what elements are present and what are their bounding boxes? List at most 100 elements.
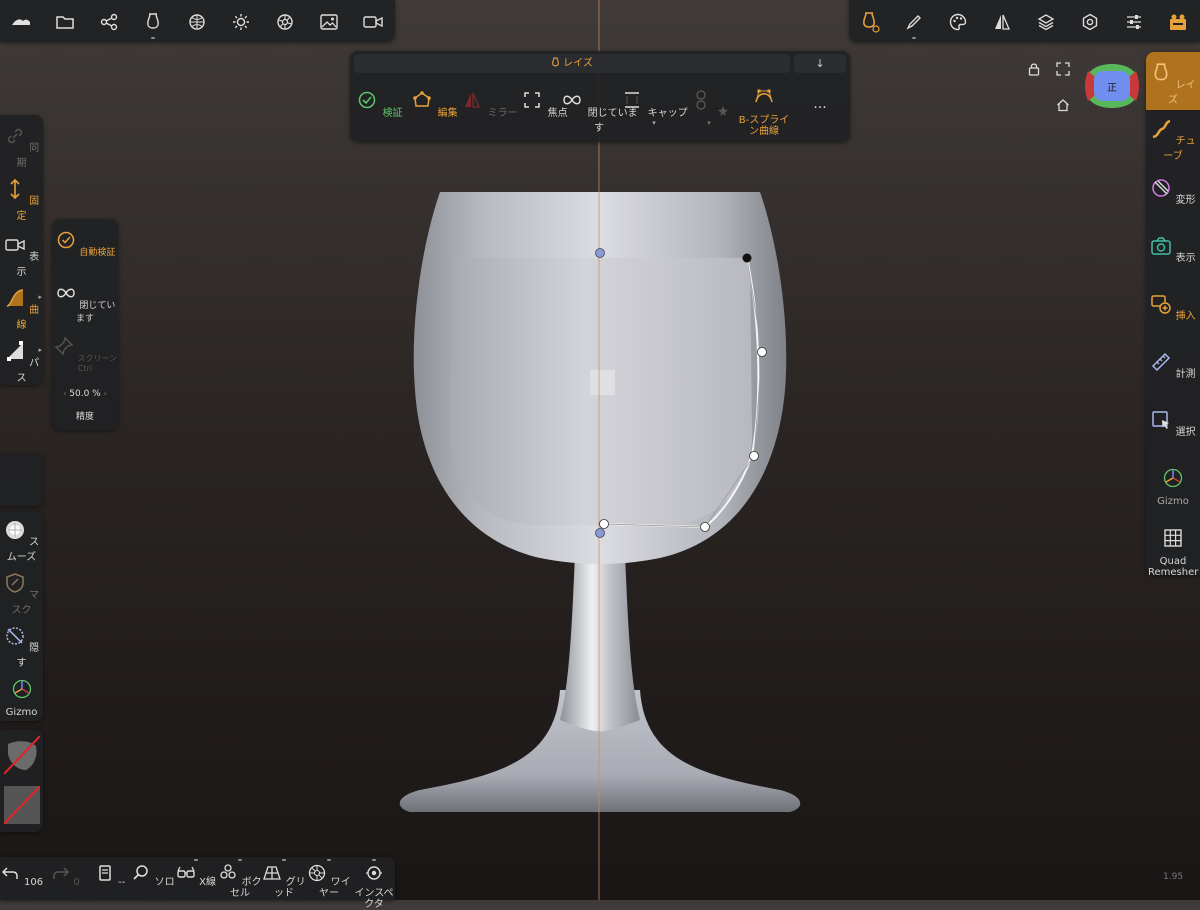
undo-button[interactable]: 106 [0,863,44,888]
chevron-right-icon: ▸ [38,346,42,354]
symmetry-icon[interactable] [989,9,1015,35]
chevron-right-icon[interactable]: › [104,389,107,398]
right-item-measure[interactable]: 計測 [1146,351,1200,380]
left-item-path[interactable]: パス ▸ [0,340,43,384]
left-item-display[interactable]: 表示 [0,234,43,278]
left-item-curve[interactable]: 曲線 ▸ [0,287,43,331]
wireframe-button[interactable]: ワイヤー [307,859,351,899]
inspector-icon [364,863,384,883]
history-button[interactable]: -- [88,863,132,888]
check-circle-icon [355,89,379,111]
hide-tool[interactable]: 隠す [0,625,43,669]
right-item-tube[interactable]: チューブ [1146,118,1200,162]
chevron-right-icon: ▸ [38,293,42,301]
select-icon [1150,409,1172,431]
inspector-button[interactable]: インスペクタ [352,859,396,910]
xray-button[interactable]: X線 [174,859,218,888]
gizmo-icon [11,678,33,700]
camera-icon[interactable] [360,9,386,35]
precision-slider[interactable]: ‹ 50.0 % › [52,389,118,399]
left-spacer-panel [0,454,43,506]
smooth-tool[interactable]: スムーズ [0,519,43,563]
more-button[interactable]: ... [780,96,860,112]
wireframe-icon [307,863,327,883]
grid-button[interactable]: グリッド [262,859,306,899]
control-point [700,522,710,532]
texture-preview-icon[interactable] [4,786,40,824]
link-icon [689,89,713,111]
right-item-display[interactable]: 表示 [1146,235,1200,264]
fps-counter: 1.95 [1163,872,1184,882]
settings-icon[interactable] [1077,9,1103,35]
auto-validate-toggle[interactable]: 自動検証 [52,229,118,258]
folder-icon[interactable] [52,9,78,35]
focus-frame-icon [520,89,544,111]
panel-collapse-button[interactable]: ↓ [794,54,846,73]
left-item-fixed[interactable]: 固定 [0,178,43,222]
gizmo-tool[interactable]: Gizmo [0,678,43,718]
transform-icon [1150,177,1172,199]
vase-icon[interactable] [140,9,166,39]
precision-label: 精度 [75,412,94,422]
lathe-panel-title: レイズ [563,58,593,69]
layers-icon[interactable] [1033,9,1059,35]
right-item-insert[interactable]: 挿入 [1146,293,1200,322]
right-item-lathe[interactable]: レイズ [1146,52,1200,110]
gizmo-icon [1162,467,1184,489]
closed-toggle[interactable]: 閉じています [52,282,118,324]
palette-icon[interactable] [945,9,971,35]
menu-icon[interactable] [8,9,34,35]
insert-icon [1150,293,1172,315]
mask-icon [4,572,26,594]
link-icon [4,125,26,147]
search-icon [131,863,151,883]
lathe-panel-header: レイズ [354,54,790,73]
mask-tool[interactable]: マスク [0,572,43,616]
lathe-tool-icon[interactable] [857,9,883,35]
sphere-icon[interactable] [184,9,210,35]
vase-icon [1150,62,1172,84]
material-icon[interactable] [272,9,298,35]
view-cube[interactable]: 正 [1083,57,1141,115]
light-icon[interactable] [228,9,254,35]
right-item-gizmo[interactable]: Gizmo [1146,467,1200,507]
fullscreen-icon[interactable] [1056,62,1070,76]
right-item-transform[interactable]: 変形 [1146,177,1200,206]
image-icon[interactable] [316,9,342,35]
infinity-icon [560,89,584,111]
right-panel: レイズ チューブ 変形 表示 挿入 計測 選択 Gizmo Quad Remes… [1146,52,1200,578]
view-cube-label: 正 [1107,83,1117,94]
path-icon [4,340,26,362]
right-item-quad-remesher[interactable]: Quad Remesher [1146,527,1200,578]
lathe-panel: レイズ ↓ 検証 編集 ミラー 焦点 閉じています キャップ ▾ ▾ B-スプラ… [350,51,850,142]
curve-popup: 自動検証 閉じています スクリーン Ctrl ‹ 50.0 % › 精度 [52,219,118,430]
redo-button[interactable]: 0 [43,863,87,888]
solo-button[interactable]: ソロ [131,863,175,888]
mirror-icon [460,89,484,111]
lock-icon[interactable] [1027,62,1041,76]
top-toolbar-right [849,0,1200,42]
control-point [599,519,609,529]
left-item-sync[interactable]: 同期 [0,125,43,169]
home-icon[interactable] [1056,98,1070,112]
camera-icon [1150,235,1172,257]
scene-graph-icon[interactable] [96,9,122,35]
infinity-icon [55,282,77,304]
hide-icon [4,625,26,647]
alpha-preview-icon[interactable] [4,736,40,774]
left-panel: 同期 固定 表示 曲線 ▸ パス ▸ [0,115,43,385]
control-point [742,253,752,263]
screen-toggle[interactable]: スクリーン Ctrl [52,335,118,373]
control-point [749,451,759,461]
user-icon[interactable] [1165,9,1191,35]
sliders-icon[interactable] [1121,9,1147,35]
check-circle-icon [55,229,77,251]
right-item-select[interactable]: 選択 [1146,409,1200,438]
chevron-left-icon[interactable]: ‹ [63,389,66,398]
brush-icon[interactable] [901,9,927,39]
left-tools-panel: スムーズ マスク 隠す Gizmo [0,511,43,721]
camera-icon [4,234,26,256]
voxel-button[interactable]: ボクセル [218,859,262,899]
axis-point [595,248,605,258]
cap-icon [620,89,644,111]
